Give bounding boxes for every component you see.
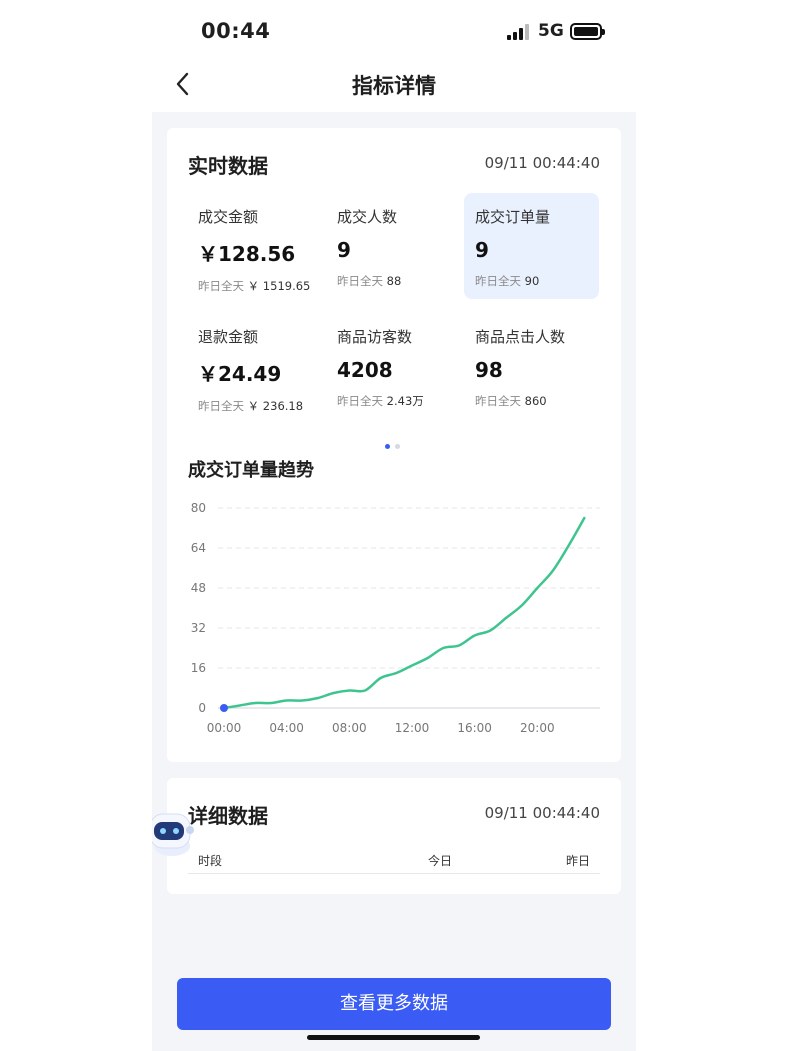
metric-label: 商品访客数: [337, 328, 413, 346]
metric-value: ￥128.56: [198, 242, 296, 266]
metric-buyers[interactable]: 成交人数 9 昨日全天 88: [326, 193, 461, 299]
view-more-button[interactable]: 查看更多数据: [177, 978, 611, 1030]
trend-chart: 0 16 32 48 64 80 00:00 04:00 08:00 12:00 16:00 20:0…: [191, 501, 600, 735]
metric-label: 成交人数: [337, 208, 398, 226]
detail-title: 详细数据: [188, 804, 268, 828]
series-line: [222, 516, 586, 710]
y-tick-label: 16: [191, 661, 206, 675]
metric-sub-value: ￥ 1519.65: [247, 279, 311, 293]
metric-value: 9: [337, 238, 351, 262]
page-content: 实时数据 09/11 00:44:40 成交金额 ￥128.56 昨日全天 ￥ …: [149, 112, 636, 1051]
x-tick-label: 08:00: [332, 721, 367, 735]
metric-sub-value: ￥ 236.18: [247, 399, 304, 413]
metric-clickers[interactable]: 商品点击人数 98 昨日全天 860: [464, 313, 599, 419]
metric-refund[interactable]: 退款金额 ￥24.49 昨日全天 ￥ 236.18: [187, 313, 322, 419]
metric-gmv[interactable]: 成交金额 ￥128.56 昨日全天 ￥ 1519.65: [187, 193, 322, 299]
page-dot: [395, 444, 400, 449]
home-indicator: [307, 1035, 480, 1040]
y-tick-label: 48: [191, 581, 206, 595]
realtime-title: 实时数据: [188, 154, 268, 178]
metric-sub-value: 860: [524, 394, 547, 408]
detail-timestamp: 09/11 00:44:40: [484, 804, 600, 822]
column-period: 时段: [198, 854, 223, 868]
metric-sub-label: 昨日全天: [475, 274, 521, 288]
y-tick-label: 0: [198, 701, 206, 715]
metric-sub-value: 90: [524, 274, 540, 288]
metric-label: 成交订单量: [475, 208, 551, 226]
assistant-robot-icon[interactable]: [149, 804, 194, 870]
metric-sub-value: 88: [386, 274, 402, 288]
x-tick-label: 04:00: [269, 721, 304, 735]
x-tick-label: 00:00: [207, 721, 242, 735]
page-indicator: [385, 434, 405, 453]
y-tick-label: 32: [191, 621, 206, 635]
metric-label: 退款金额: [198, 328, 259, 346]
detail-card: 详细数据 09/11 00:44:40 时段 今日 昨日: [167, 778, 621, 894]
metric-sub-label: 昨日全天: [198, 279, 244, 293]
metric-sub-label: 昨日全天: [475, 394, 521, 408]
realtime-timestamp: 09/11 00:44:40: [484, 154, 600, 172]
y-tick-label: 80: [191, 501, 206, 515]
metric-visitors[interactable]: 商品访客数 4208 昨日全天 2.43万: [326, 313, 461, 419]
x-tick-label: 12:00: [395, 721, 430, 735]
signal-icon: [507, 24, 531, 40]
metric-orders[interactable]: 成交订单量 9 昨日全天 90: [464, 193, 599, 299]
metric-sub-value: 2.43万: [386, 394, 424, 408]
metric-value: 9: [475, 238, 489, 262]
page-dot-active: [385, 444, 390, 449]
series-start-point: [220, 704, 228, 712]
x-tick-label: 16:00: [457, 721, 492, 735]
metric-value: 98: [475, 358, 503, 382]
metric-label: 商品点击人数: [475, 328, 566, 346]
metric-value: 4208: [337, 358, 393, 382]
metric-label: 成交金额: [198, 208, 259, 226]
status-bar: 00:44 5G: [152, 0, 636, 62]
realtime-card: 实时数据 09/11 00:44:40 成交金额 ￥128.56 昨日全天 ￥ …: [167, 128, 621, 762]
metric-sub-label: 昨日全天: [337, 274, 383, 288]
x-tick-label: 20:00: [520, 721, 555, 735]
network-label: 5G: [538, 21, 564, 41]
battery-icon: [570, 23, 605, 40]
nav-bar: 指标详情: [152, 62, 636, 112]
detail-table-header: 时段 今日 昨日: [188, 854, 600, 874]
metric-sub-label: 昨日全天: [198, 399, 244, 413]
y-tick-label: 64: [191, 541, 206, 555]
status-time: 00:44: [201, 19, 271, 43]
metric-sub-label: 昨日全天: [337, 394, 383, 408]
column-today: 今日: [428, 854, 453, 868]
page-title: 指标详情: [352, 74, 436, 98]
metric-value: ￥24.49: [198, 362, 282, 386]
trend-title: 成交订单量趋势: [188, 460, 314, 481]
column-yesterday: 昨日: [565, 854, 590, 868]
